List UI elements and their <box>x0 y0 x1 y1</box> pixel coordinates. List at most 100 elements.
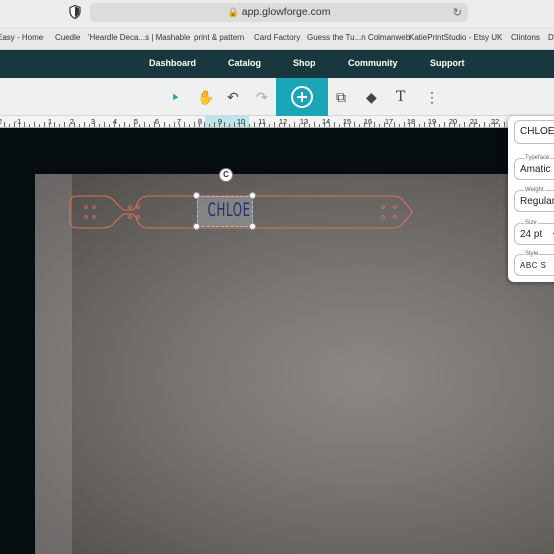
ruler-tick <box>104 122 105 127</box>
ruler-tick <box>229 124 230 127</box>
ruler-tick <box>209 124 210 127</box>
typeface-label: Typeface <box>524 155 551 161</box>
ruler-tick <box>164 122 165 127</box>
reload-icon[interactable]: ↻ <box>453 6 462 19</box>
resize-handle[interactable] <box>193 192 200 199</box>
ruler-tick <box>69 124 70 127</box>
ruler-tick <box>394 122 395 127</box>
ruler-tick <box>359 124 360 127</box>
ruler-tick <box>134 122 135 127</box>
select-tool-icon[interactable]: ▲ <box>168 89 183 106</box>
ruler-tick <box>139 124 140 127</box>
ruler-tick <box>214 122 215 127</box>
ruler-tick <box>89 124 90 127</box>
more-icon[interactable]: ⋮ <box>425 90 439 104</box>
ruler-tick <box>294 122 295 127</box>
ruler-tick <box>329 124 330 127</box>
url-text: app.glowforge.com <box>241 6 331 18</box>
ruler-tick <box>39 124 40 127</box>
ruler-tick <box>184 122 185 127</box>
ruler-tick <box>449 124 450 127</box>
rotate-handle[interactable]: C <box>219 168 233 182</box>
image-upload-icon[interactable]: ⧉ <box>336 90 346 104</box>
bookmark-item[interactable]: Cuedle <box>55 33 80 42</box>
plus-icon <box>291 86 313 108</box>
nav-dashboard[interactable]: Dashboard <box>149 58 196 68</box>
ruler-tick <box>504 122 505 127</box>
ruler-tick <box>224 122 225 127</box>
weight-value: Regular <box>520 196 554 207</box>
ruler-tick <box>279 124 280 127</box>
bookmarks-bar: Easy - Home Cuedle 'Heardle Deca...s | M… <box>0 27 554 50</box>
bookmark-item[interactable]: 'Heardle Deca...s | Mashable <box>88 33 190 42</box>
ruler-tick <box>324 122 325 127</box>
resize-handle[interactable] <box>249 192 256 199</box>
resize-handle[interactable] <box>193 223 200 230</box>
text-tool-icon[interactable]: T <box>396 90 405 104</box>
shield-icon[interactable] <box>69 5 81 19</box>
ruler-tick <box>249 124 250 127</box>
bookmark-item[interactable]: KatiePrintStudio - Etsy UK <box>409 33 502 42</box>
ruler-tick <box>369 124 370 127</box>
ruler-tick <box>29 124 30 127</box>
ruler-tick <box>199 124 200 127</box>
ruler-tick <box>34 122 35 127</box>
undo-icon[interactable]: ↶ <box>227 90 239 104</box>
size-select[interactable]: Size 24 pt ⌄ <box>514 220 554 245</box>
ruler-tick <box>434 122 435 127</box>
bookmark-item[interactable]: Easy - Home <box>0 33 43 42</box>
app-nav: Dashboard Catalog Shop Community Support <box>0 50 554 78</box>
ruler-tick <box>254 122 255 127</box>
pan-tool-icon[interactable]: ✋ <box>197 90 214 104</box>
ruler-tick <box>239 124 240 127</box>
nav-community[interactable]: Community <box>348 58 398 68</box>
ruler-tick <box>429 124 430 127</box>
ruler-tick <box>319 124 320 127</box>
resize-handle[interactable] <box>249 223 256 230</box>
ruler-tick <box>419 124 420 127</box>
ruler-tick <box>154 122 155 127</box>
ruler-tick <box>289 124 290 127</box>
bookmark-item[interactable]: print & pattern <box>194 33 244 42</box>
redo-icon[interactable]: ↷ <box>256 90 268 104</box>
address-bar[interactable]: 🔒 app.glowforge.com ↻ <box>90 3 468 22</box>
typeface-select[interactable]: Typeface Amatic <box>514 155 554 180</box>
nav-catalog[interactable]: Catalog <box>228 58 261 68</box>
ruler-tick <box>114 122 115 127</box>
weight-select[interactable]: Weight Regular <box>514 187 554 212</box>
style-label: Style <box>524 251 540 257</box>
ruler-tick <box>479 124 480 127</box>
ruler-tick <box>169 124 170 127</box>
ruler-tick <box>74 122 75 127</box>
shapes-icon[interactable]: ◆ <box>366 90 377 104</box>
style-select[interactable]: Style ABC S <box>514 251 554 276</box>
nav-shop[interactable]: Shop <box>293 58 316 68</box>
ruler-label: 16 <box>363 117 373 126</box>
back-icon[interactable]: ‹ <box>0 89 1 103</box>
ruler-tick <box>149 124 150 127</box>
bookmark-item[interactable]: Clintons <box>511 33 540 42</box>
ruler-tick <box>364 122 365 127</box>
bookmark-item[interactable]: Guess the Tu...n Colmanweb <box>307 33 410 42</box>
add-button[interactable] <box>276 78 328 116</box>
ruler-label: 2 <box>0 117 2 126</box>
ruler-tick <box>424 122 425 127</box>
horizontal-ruler: 2-112345678910111213141516171819202122 <box>0 116 554 128</box>
ruler-tick <box>414 122 415 127</box>
screen: 🔒 app.glowforge.com ↻ Easy - Home Cuedle … <box>0 0 554 554</box>
ruler-tick <box>179 124 180 127</box>
design-text[interactable]: CHLOE <box>208 199 250 221</box>
bookmark-item[interactable]: Card Factory <box>254 33 300 42</box>
nav-support[interactable]: Support <box>430 58 465 68</box>
ruler-tick <box>459 124 460 127</box>
ruler-tick <box>304 122 305 127</box>
ruler-tick <box>489 124 490 127</box>
text-input[interactable]: CHLOE <box>514 120 554 144</box>
ruler-tick <box>299 124 300 127</box>
ruler-tick <box>439 124 440 127</box>
bookmark-item[interactable]: D <box>548 33 554 42</box>
ruler-tick <box>189 124 190 127</box>
ruler-tick <box>129 124 130 127</box>
ruler-tick <box>384 122 385 127</box>
ruler-tick <box>19 124 20 127</box>
